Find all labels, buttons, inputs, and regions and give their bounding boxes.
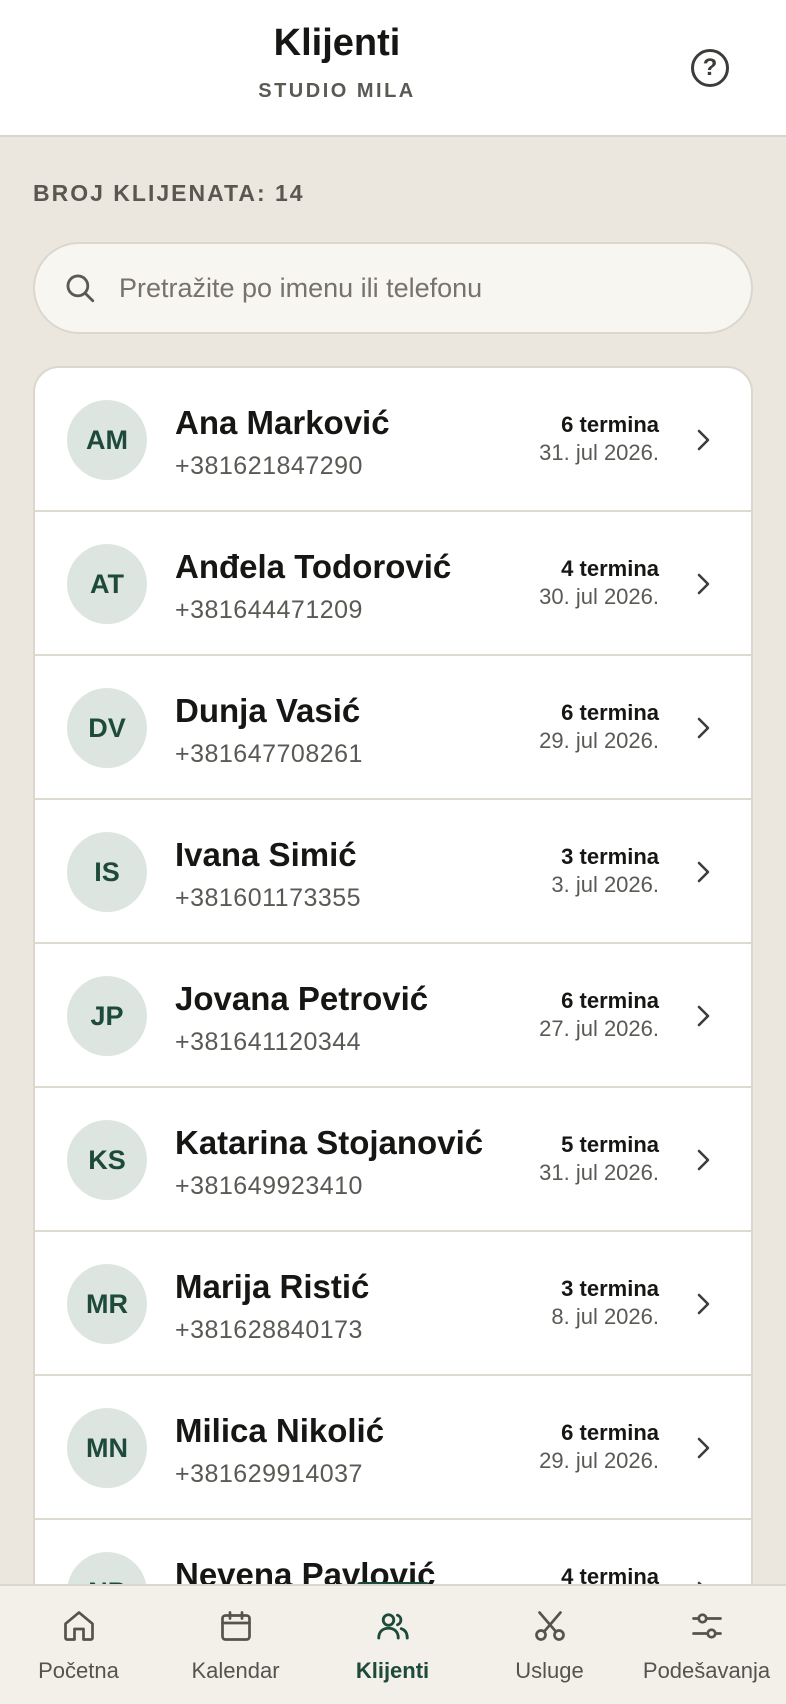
appointment-count: 6 termina bbox=[561, 988, 659, 1013]
client-name: Jovana Petrović bbox=[175, 980, 429, 1017]
chevron-right-icon bbox=[697, 1293, 710, 1315]
client-name: Anđela Todorović bbox=[175, 548, 452, 585]
client-phone: +381621847290 bbox=[175, 452, 363, 480]
client-phone: +381647708261 bbox=[175, 740, 363, 768]
client-phone: +381601173355 bbox=[175, 884, 362, 912]
client-count: BROJ KLIJENATA: 14 bbox=[33, 180, 305, 206]
appointment-count: 6 termina bbox=[561, 1420, 659, 1445]
client-name: Marija Ristić bbox=[175, 1268, 370, 1305]
avatar: AT bbox=[67, 544, 147, 624]
last-appointment-date: 29. jul 2026. bbox=[539, 728, 659, 753]
client-name: Ivana Simić bbox=[175, 836, 357, 873]
chevron-right-icon bbox=[697, 573, 710, 595]
client-name: Ana Marković bbox=[175, 404, 390, 441]
client-row[interactable]: KS Katarina Stojanović +381649923410 5 t… bbox=[35, 1088, 751, 1232]
scissors-icon bbox=[535, 1611, 565, 1641]
tab-settings[interactable]: Podešavanja bbox=[628, 1586, 785, 1704]
search-bar[interactable] bbox=[33, 242, 753, 334]
tab-calendar[interactable]: Kalendar bbox=[157, 1586, 314, 1704]
chevron-right-icon bbox=[697, 861, 710, 883]
chevron-right-icon bbox=[697, 1005, 710, 1027]
avatar: NP bbox=[67, 1552, 147, 1584]
tab-label: Usluge bbox=[515, 1658, 584, 1683]
app-header: Klijenti STUDIO MILA ? bbox=[0, 0, 786, 137]
chevron-right-icon bbox=[697, 1437, 710, 1459]
search-input[interactable] bbox=[119, 272, 719, 304]
client-phone: +381644471209 bbox=[175, 596, 363, 624]
client-row[interactable]: AM Ana Marković +381621847290 6 termina … bbox=[35, 368, 751, 512]
client-row[interactable]: JP Jovana Petrović +381641120344 6 termi… bbox=[35, 944, 751, 1088]
help-button[interactable]: ? bbox=[691, 49, 729, 87]
client-phone: +381629914037 bbox=[175, 1460, 363, 1488]
users-icon bbox=[377, 1613, 409, 1640]
last-appointment-date: 29. jul 2026. bbox=[539, 1448, 659, 1473]
client-name: Milica Nikolić bbox=[175, 1412, 385, 1449]
client-row[interactable]: MN Milica Nikolić +381629914037 6 termin… bbox=[35, 1376, 751, 1520]
client-phone: +381628840173 bbox=[175, 1316, 363, 1344]
last-appointment-date: 3. jul 2026. bbox=[551, 872, 659, 897]
avatar: JP bbox=[67, 976, 147, 1056]
client-name: Dunja Vasić bbox=[175, 692, 361, 729]
appointment-count: 3 termina bbox=[561, 844, 659, 869]
tab-label: Podešavanja bbox=[642, 1658, 771, 1683]
appointment-count: 6 termina bbox=[561, 700, 659, 725]
avatar: AM bbox=[67, 400, 147, 480]
chevron-right-icon bbox=[697, 1149, 710, 1171]
tab-clients[interactable]: Klijenti bbox=[314, 1586, 471, 1704]
sliders-icon bbox=[692, 1613, 722, 1639]
avatar: KS bbox=[67, 1120, 147, 1200]
tab-label: Klijenti bbox=[355, 1658, 430, 1683]
appointment-count: 6 termina bbox=[561, 412, 659, 437]
appointment-count: 4 termina bbox=[561, 1564, 659, 1586]
client-row[interactable]: DV Dunja Vasić +381647708261 6 termina 2… bbox=[35, 656, 751, 800]
tab-label: Kalendar bbox=[191, 1658, 280, 1683]
client-list: AM Ana Marković +381621847290 6 termina … bbox=[33, 366, 753, 1586]
last-appointment-date: 8. jul 2026. bbox=[551, 1304, 659, 1329]
client-row[interactable]: AT Anđela Todorović +381644471209 4 term… bbox=[35, 512, 751, 656]
avatar: DV bbox=[67, 688, 147, 768]
appointment-count: 3 termina bbox=[561, 1276, 659, 1301]
avatar: MR bbox=[67, 1264, 147, 1344]
client-phone: +381641120344 bbox=[175, 1028, 362, 1056]
last-appointment-date: 27. jul 2026. bbox=[539, 1016, 659, 1041]
bottom-tab-bar: Početna Kalendar Klijenti Usluge Podešav… bbox=[0, 1584, 786, 1704]
search-icon bbox=[66, 274, 95, 303]
studio-name: STUDIO MILA bbox=[258, 80, 416, 102]
last-appointment-date: 31. jul 2026. bbox=[539, 1160, 659, 1185]
client-phone: +381649923410 bbox=[175, 1172, 363, 1200]
tab-home[interactable]: Početna bbox=[0, 1586, 157, 1704]
appointment-count: 4 termina bbox=[561, 556, 659, 581]
home-icon bbox=[64, 1611, 94, 1641]
tab-label: Početna bbox=[38, 1658, 119, 1683]
question-circle-icon: ? bbox=[702, 54, 718, 81]
appointment-count: 5 termina bbox=[561, 1132, 659, 1157]
page-title: Klijenti bbox=[273, 22, 401, 64]
chevron-right-icon bbox=[697, 429, 710, 451]
last-appointment-date: 31. jul 2026. bbox=[539, 440, 659, 465]
chevron-right-icon bbox=[697, 717, 710, 739]
avatar: MN bbox=[67, 1408, 147, 1488]
client-row[interactable]: NP Nevena Pavlović 4 termina bbox=[35, 1520, 751, 1586]
client-row[interactable]: IS Ivana Simić +381601173355 3 termina 3… bbox=[35, 800, 751, 944]
tab-services[interactable]: Usluge bbox=[471, 1586, 628, 1704]
client-row[interactable]: MR Marija Ristić +381628840173 3 termina… bbox=[35, 1232, 751, 1376]
avatar: IS bbox=[67, 832, 147, 912]
calendar-icon bbox=[221, 1611, 251, 1641]
last-appointment-date: 30. jul 2026. bbox=[539, 584, 659, 609]
client-name: Katarina Stojanović bbox=[175, 1124, 484, 1161]
